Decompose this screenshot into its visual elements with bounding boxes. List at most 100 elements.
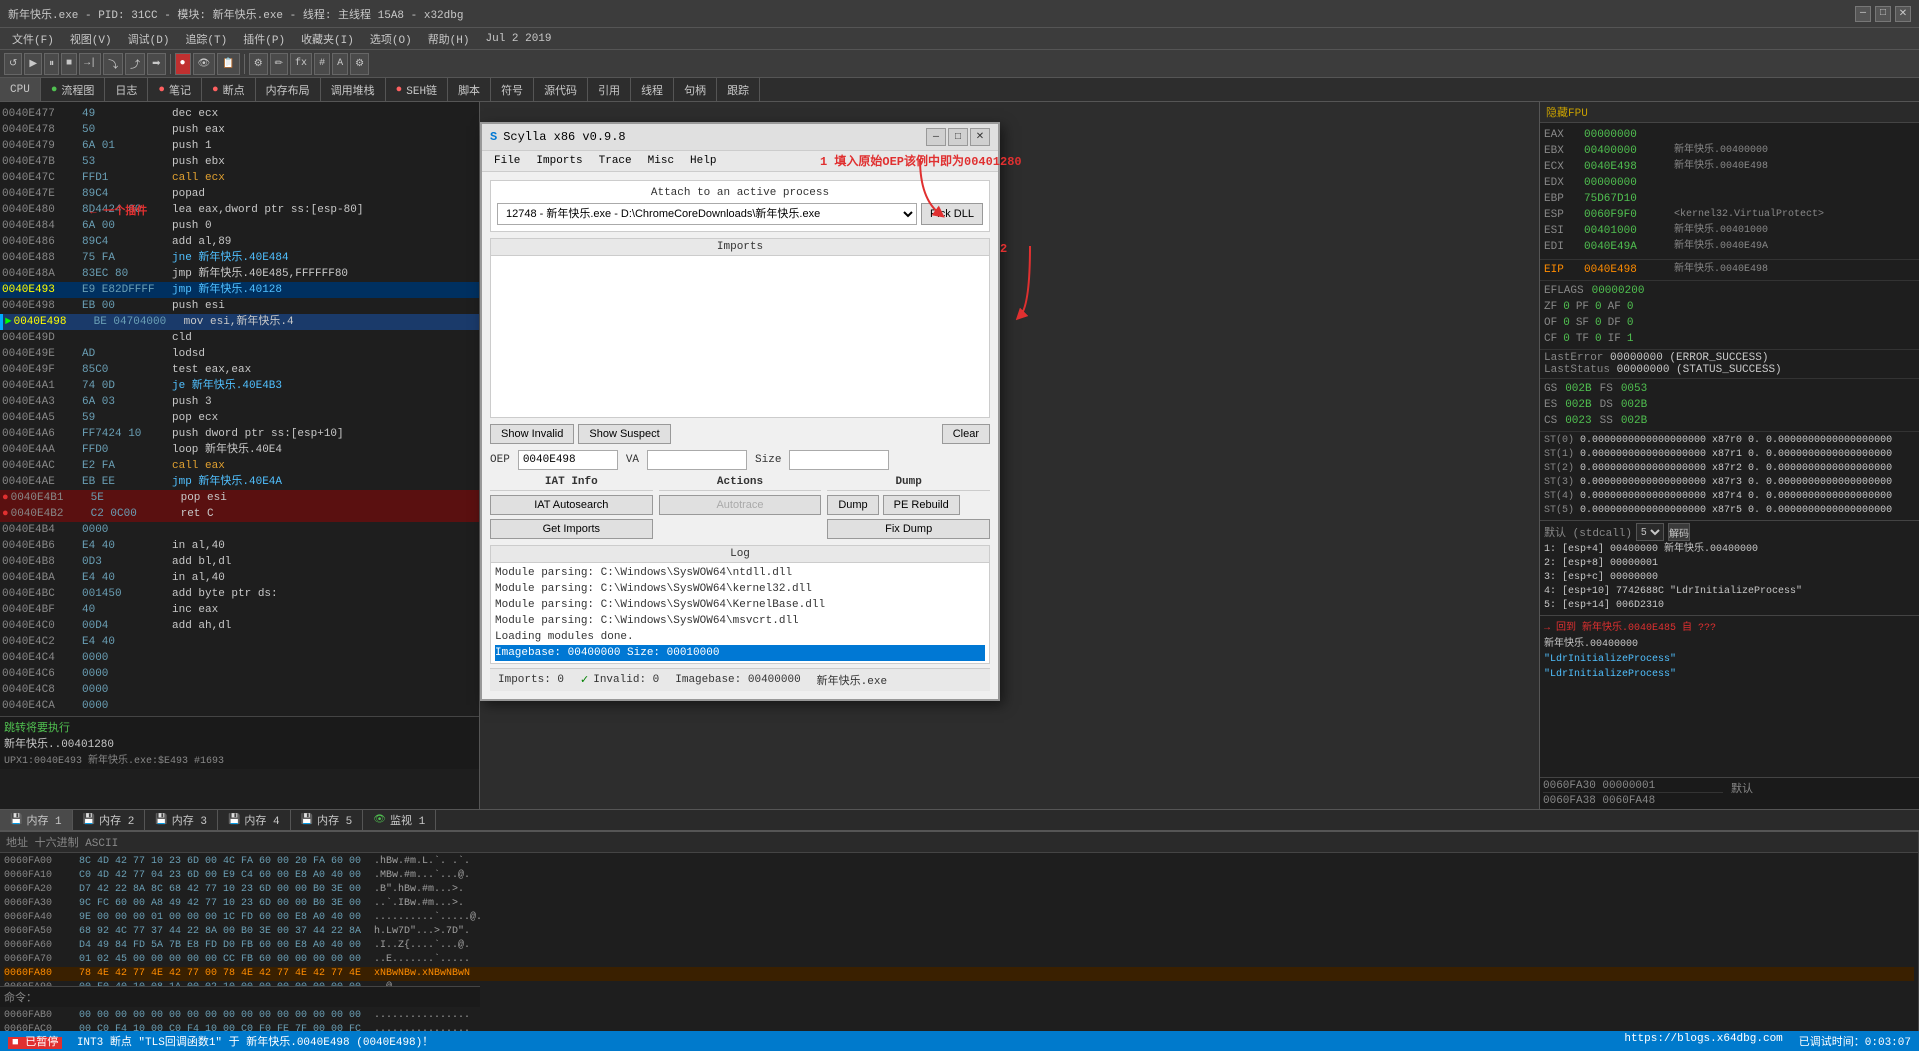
- bottom-tab-mem4[interactable]: 💾 内存 4: [218, 810, 291, 830]
- menu-trace[interactable]: 追踪(T): [177, 29, 235, 49]
- tab-bp[interactable]: ●断点: [202, 78, 256, 101]
- autotrace-btn[interactable]: Autotrace: [659, 495, 822, 515]
- paused-indicator: ■ 已暂停: [8, 1037, 62, 1049]
- menu-options[interactable]: 选项(O): [362, 29, 420, 49]
- bottom-tab-mem2[interactable]: 💾 内存 2: [73, 810, 146, 830]
- log-content[interactable]: Module parsing: C:\Windows\SysWOW64\ntdl…: [491, 563, 989, 663]
- tab-script-label: 脚本: [458, 82, 480, 98]
- tab-callstack[interactable]: 调用堆栈: [321, 78, 386, 101]
- tab-notes[interactable]: ●笔记: [148, 78, 202, 101]
- scylla-dialog: S Scylla x86 v0.9.8 — □ ✕ File Imports T…: [480, 122, 1000, 701]
- tb-runtocursor[interactable]: ➡: [147, 53, 165, 75]
- dialog-maximize-btn[interactable]: □: [948, 128, 968, 146]
- tab-thread[interactable]: 线程: [631, 78, 674, 101]
- tb-step[interactable]: →|: [79, 53, 101, 75]
- iat-autosearch-btn[interactable]: IAT Autosearch: [490, 495, 653, 515]
- menu-help[interactable]: 帮助(H): [420, 29, 478, 49]
- menu-view[interactable]: 视图(V): [62, 29, 120, 49]
- tab-handle[interactable]: 句柄: [674, 78, 717, 101]
- menu-file[interactable]: 文件(F): [4, 29, 62, 49]
- menu-debug[interactable]: 调试(D): [120, 29, 178, 49]
- status-message: INT3 断点 "TLS回调函数1" 于 新年快乐.0040E498 (0040…: [77, 1037, 433, 1049]
- tb-mem[interactable]: fx: [290, 53, 312, 75]
- mem-row: 0060FA60D4 49 84 FD 5A 7B E8 FD D0 FB 60…: [4, 939, 1914, 953]
- tb-stepout[interactable]: ⤴: [125, 53, 145, 75]
- dialog-menu-help[interactable]: Help: [682, 153, 724, 169]
- bottom-tab-mem5[interactable]: 💾 内存 5: [291, 810, 364, 830]
- tb-pause[interactable]: ⏸: [44, 53, 59, 75]
- imagebase-status: Imagebase: 00400000: [675, 672, 800, 688]
- tb-stop[interactable]: ■: [61, 53, 77, 75]
- tb-asm[interactable]: ⚙: [249, 53, 268, 75]
- tab-graph[interactable]: ●流程图: [41, 78, 106, 101]
- pe-rebuild-btn[interactable]: PE Rebuild: [883, 495, 960, 515]
- size-input[interactable]: [789, 450, 889, 470]
- menu-plugin[interactable]: 插件(P): [235, 29, 293, 49]
- tab-source[interactable]: 源代码: [534, 78, 588, 101]
- three-col: IAT Info IAT Autosearch Get Imports Acti…: [490, 476, 990, 539]
- tab-symbol[interactable]: 符号: [491, 78, 534, 101]
- tab-cpu[interactable]: CPU: [0, 78, 41, 101]
- fix-dump-btn[interactable]: Fix Dump: [827, 519, 990, 539]
- dialog-close-btn[interactable]: ✕: [970, 128, 990, 146]
- tab-memory[interactable]: 内存布局: [256, 78, 321, 101]
- pick-dll-btn[interactable]: Pick DLL: [921, 203, 983, 225]
- dialog-body: Attach to an active process 12748 - 新年快乐…: [482, 172, 998, 699]
- tab-thread-label: 线程: [641, 82, 663, 98]
- title-text: 新年快乐.exe - PID: 31CC - 模块: 新年快乐.exe - 线程…: [8, 6, 463, 22]
- clear-btn[interactable]: Clear: [942, 424, 990, 444]
- menu-favorites[interactable]: 收藏夹(I): [293, 29, 362, 49]
- maximize-btn[interactable]: □: [1875, 6, 1891, 22]
- bottom-tab-watch[interactable]: 👁 监视 1: [363, 810, 436, 830]
- minimize-btn[interactable]: —: [1855, 6, 1871, 22]
- dialog-menu-misc[interactable]: Misc: [640, 153, 682, 169]
- dialog-menu-file[interactable]: File: [486, 153, 528, 169]
- window-controls[interactable]: — □ ✕: [1855, 6, 1911, 22]
- module-status: 新年快乐.exe: [817, 672, 887, 688]
- tab-ref[interactable]: 引用: [588, 78, 631, 101]
- actions-title: Actions: [659, 476, 822, 491]
- tb-trace[interactable]: 📋: [217, 53, 239, 75]
- tb-sep1: [170, 54, 171, 74]
- tab-bar: CPU ●流程图 日志 ●笔记 ●断点 内存布局 调用堆栈 ●SEH链 脚本 符…: [0, 78, 1919, 102]
- tb-run[interactable]: ▶: [24, 53, 42, 75]
- tb-stepover[interactable]: ⤵: [103, 53, 123, 75]
- mem-row: 0060FA008C 4D 42 77 10 23 6D 00 4C FA 60…: [4, 855, 1914, 869]
- tb-restart[interactable]: ↺: [4, 53, 22, 75]
- get-imports-btn[interactable]: Get Imports: [490, 519, 653, 539]
- dialog-menu-trace[interactable]: Trace: [591, 153, 640, 169]
- tb-watch[interactable]: 👁: [193, 53, 216, 75]
- tb-bp[interactable]: ●: [175, 53, 191, 75]
- mem-row: 0060FAB000 00 00 00 00 00 00 00 00 00 00…: [4, 1009, 1914, 1023]
- close-btn[interactable]: ✕: [1895, 6, 1911, 22]
- log-line-selected[interactable]: Imagebase: 00400000 Size: 00010000: [495, 645, 985, 661]
- show-invalid-btn[interactable]: Show Invalid: [490, 424, 574, 444]
- bottom-tab-mem1[interactable]: 💾 内存 1: [0, 810, 73, 830]
- dialog-minimize-btn[interactable]: —: [926, 128, 946, 146]
- command-input-row: 命令：: [0, 986, 480, 1007]
- tb-patch[interactable]: ✏: [270, 53, 288, 75]
- tb-ref[interactable]: A: [332, 53, 348, 75]
- va-input[interactable]: [647, 450, 747, 470]
- tab-log[interactable]: 日志: [105, 78, 148, 101]
- show-suspect-btn[interactable]: Show Suspect: [578, 424, 670, 444]
- tab-trace[interactable]: 跟踪: [717, 78, 760, 101]
- tb-search[interactable]: #: [314, 53, 330, 75]
- dump-btn[interactable]: Dump: [827, 495, 878, 515]
- tab-callstack-label: 调用堆栈: [331, 82, 375, 98]
- bottom-tab-mem3[interactable]: 💾 内存 3: [145, 810, 218, 830]
- tab-script[interactable]: 脚本: [448, 78, 491, 101]
- log-line: Loading modules done.: [495, 629, 985, 645]
- mem-row: 0060FA309C FC 60 00 A8 49 42 77 10 23 6D…: [4, 897, 1914, 911]
- process-select[interactable]: 12748 - 新年快乐.exe - D:\ChromeCoreDownload…: [497, 203, 917, 225]
- dialog-menu-imports[interactable]: Imports: [528, 153, 590, 169]
- oep-input[interactable]: [518, 450, 618, 470]
- command-input[interactable]: [44, 992, 444, 1004]
- actions-col: Actions Autotrace: [659, 476, 822, 539]
- tab-seh[interactable]: ●SEH链: [386, 78, 448, 101]
- title-bar: 新年快乐.exe - PID: 31CC - 模块: 新年快乐.exe - 线程…: [0, 0, 1919, 28]
- annotation-2: 2: [1000, 242, 1090, 326]
- oep-label: OEP: [490, 454, 510, 466]
- tb-settings[interactable]: ⚙: [350, 53, 369, 75]
- tab-bp-label: 断点: [223, 82, 245, 98]
